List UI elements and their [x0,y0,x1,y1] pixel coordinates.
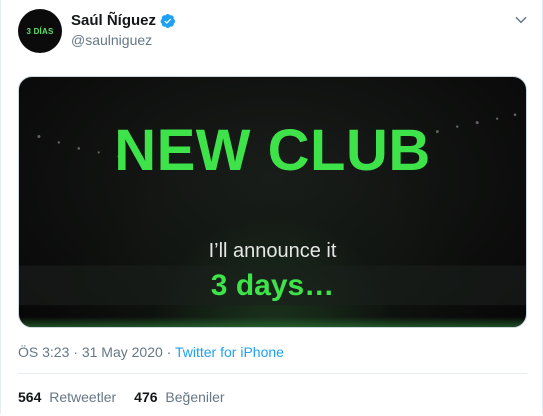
tweet-stats: 564 Retweetler 476 Beğeniler [18,389,225,405]
media-subline: I’ll announce it [208,240,337,262]
tweet-meta: ÖS 3:23 · 31 May 2020 · Twitter for iPho… [18,344,284,360]
media-days-text: 3 days… [210,269,335,302]
retweets-label: Retweetler [49,389,117,405]
meta-separator: · [73,344,78,360]
chevron-down-icon [515,16,527,24]
display-name[interactable]: Saúl Ñíguez [71,12,156,29]
handle[interactable]: @saulniguez [71,32,152,48]
likes-label: Beğeniler [165,389,225,405]
tweet-container: 3 DÍAS Saúl Ñíguez @saulniguez NEW CLUB [0,0,543,414]
verified-badge-icon [160,13,176,28]
likes-stat[interactable]: 476 Beğeniler [134,389,224,405]
tweet-date[interactable]: 31 May 2020 [82,344,163,360]
media-image[interactable]: NEW CLUB I’ll announce it 3 days… [18,76,527,328]
tweet-time[interactable]: ÖS 3:23 [18,344,69,360]
retweets-count: 564 [18,389,42,405]
grass-strip [19,317,526,327]
likes-count: 476 [134,389,158,405]
avatar[interactable]: 3 DÍAS [18,9,62,53]
avatar-text: 3 DÍAS [26,26,54,36]
author-name-row[interactable]: Saúl Ñíguez [71,12,176,29]
tweet-source-link[interactable]: Twitter for iPhone [175,344,284,360]
more-options-button[interactable] [513,12,529,28]
media-headline: NEW CLUB [114,118,431,183]
meta-separator-2: · [166,344,172,360]
retweets-stat[interactable]: 564 Retweetler [18,389,116,405]
divider [18,373,527,374]
